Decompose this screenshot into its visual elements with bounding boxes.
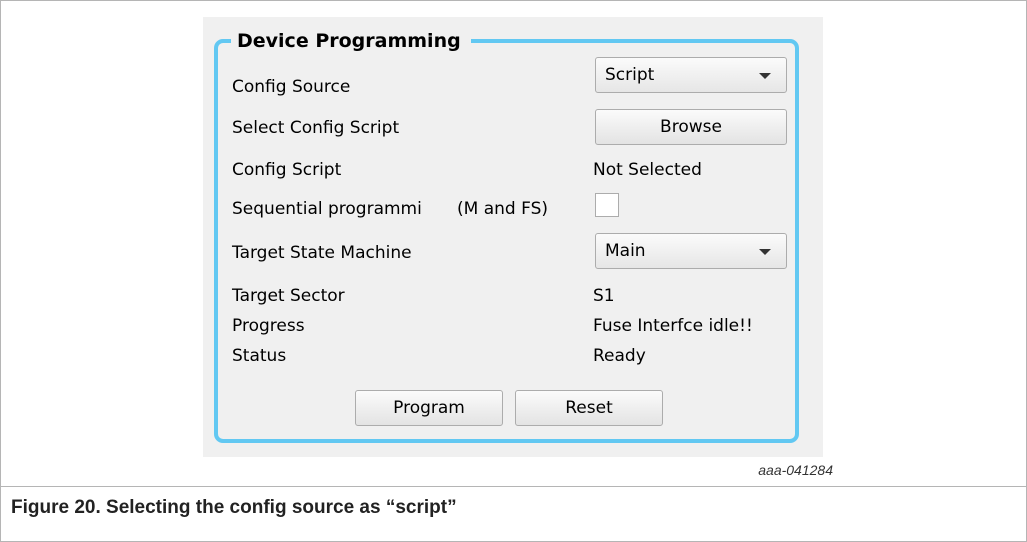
figure-id: aaa-041284 xyxy=(758,462,833,478)
target-state-machine-selected: Main xyxy=(605,241,646,261)
figure-caption: Figure 20. Selecting the config source a… xyxy=(11,497,457,518)
progress-value: Fuse Interfce idle!! xyxy=(593,316,753,336)
reset-button[interactable]: Reset xyxy=(515,390,663,426)
target-sector-label: Target Sector xyxy=(232,286,345,306)
sequential-programming-label: Sequential programmi xyxy=(232,199,422,219)
chevron-down-icon xyxy=(759,249,771,255)
config-source-label: Config Source xyxy=(232,77,351,97)
sequential-programming-checkbox[interactable] xyxy=(595,193,619,217)
select-config-script-label: Select Config Script xyxy=(232,118,400,138)
chevron-down-icon xyxy=(759,73,771,79)
target-state-machine-dropdown[interactable]: Main xyxy=(595,233,787,269)
figure-divider xyxy=(1,486,1026,487)
config-script-value: Not Selected xyxy=(593,160,702,180)
sequential-programming-suffix: (M and FS) xyxy=(457,199,548,219)
browse-button[interactable]: Browse xyxy=(595,109,787,145)
device-programming-panel: Device Programming Config Source Script … xyxy=(203,17,823,457)
group-title: Device Programming xyxy=(231,28,471,54)
target-state-machine-label: Target State Machine xyxy=(232,243,412,263)
config-source-selected: Script xyxy=(605,65,655,85)
target-sector-value: S1 xyxy=(593,286,615,306)
config-source-dropdown[interactable]: Script xyxy=(595,57,787,93)
status-label: Status xyxy=(232,346,287,366)
program-button[interactable]: Program xyxy=(355,390,503,426)
progress-label: Progress xyxy=(232,316,305,336)
status-value: Ready xyxy=(593,346,646,366)
config-script-label: Config Script xyxy=(232,160,342,180)
